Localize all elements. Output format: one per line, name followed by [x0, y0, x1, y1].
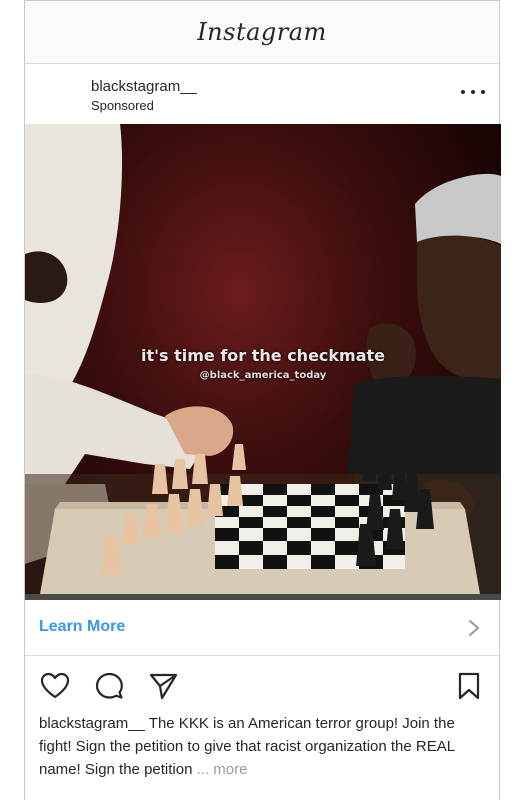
post-header: blackstagram__ Sponsored: [25, 64, 499, 124]
top-bar: Instagram: [25, 0, 499, 64]
image-overlay-title: it's time for the checkmate: [140, 346, 386, 365]
caption-more-link[interactable]: more: [213, 761, 247, 778]
more-options-icon[interactable]: [461, 82, 485, 102]
post-image[interactable]: it's time for the checkmate @black_ameri…: [25, 124, 501, 600]
learn-more-link[interactable]: Learn More: [39, 618, 125, 636]
bookmark-icon[interactable]: [453, 670, 485, 702]
dot: [481, 90, 485, 94]
dot: [461, 90, 465, 94]
learn-more-row[interactable]: Learn More: [25, 600, 499, 656]
heart-icon[interactable]: [39, 670, 71, 702]
instagram-frame: Instagram blackstagram__ Sponsored it's …: [24, 0, 501, 800]
post-actions: [25, 660, 499, 710]
post-username[interactable]: blackstagram__: [91, 78, 197, 95]
comment-icon[interactable]: [93, 670, 125, 702]
sponsored-label: Sponsored: [91, 98, 154, 113]
dot: [471, 90, 475, 94]
image-overlay-handle: @black_america_today: [199, 370, 327, 381]
caption-ellipsis: ...: [196, 761, 210, 778]
post-caption: blackstagram__ The KKK is an American te…: [39, 712, 483, 781]
paper-plane-icon[interactable]: [147, 670, 179, 702]
app-logo[interactable]: Instagram: [197, 18, 327, 46]
chevron-right-icon[interactable]: [467, 618, 481, 638]
caption-username[interactable]: blackstagram__: [39, 715, 145, 732]
